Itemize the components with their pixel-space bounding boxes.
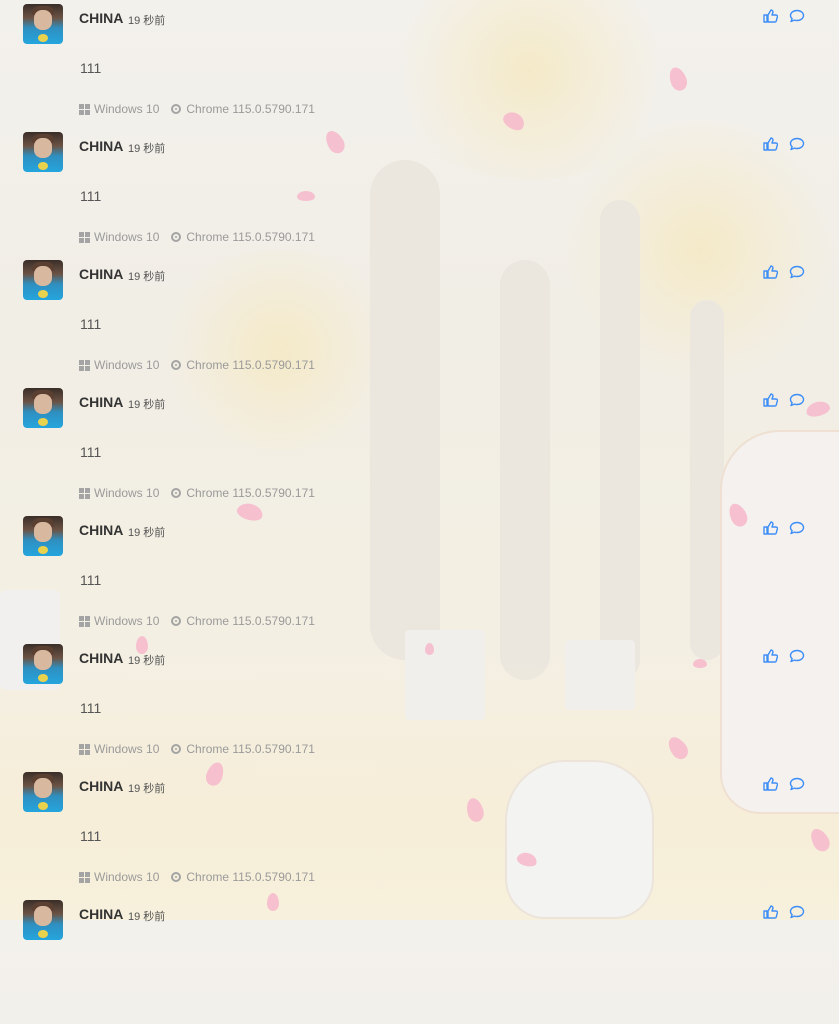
comment-item: CHINA 19 秒前 111 Windows 10 Chrome 115.0.… [0, 0, 839, 128]
comment-text: 111 [80, 700, 102, 716]
comment-text: 111 [80, 60, 102, 76]
comment-meta: Windows 10 Chrome 115.0.5790.171 [79, 102, 315, 116]
comment-item: CHINA 19 秒前 111 Windows 10 Chrome 115.0.… [0, 512, 839, 640]
comment-item: CHINA 19 秒前 [0, 896, 839, 1024]
comment-time: 19 秒前 [128, 527, 166, 539]
comment-bubble-icon[interactable] [789, 264, 805, 280]
comment-bubble-icon[interactable] [789, 904, 805, 920]
thumbs-up-icon[interactable] [762, 8, 779, 24]
comment-time: 19 秒前 [128, 911, 166, 923]
thumbs-up-icon[interactable] [762, 776, 779, 792]
windows-icon [79, 871, 90, 883]
comment-text: 111 [80, 444, 102, 460]
chrome-icon [171, 488, 182, 498]
comment-author[interactable]: CHINA [79, 138, 123, 154]
avatar[interactable] [23, 516, 63, 556]
comment-text: 111 [80, 572, 102, 588]
os-label: Windows 10 [94, 102, 160, 116]
thumbs-up-icon[interactable] [762, 904, 779, 920]
comment-meta: Windows 10 Chrome 115.0.5790.171 [79, 230, 315, 244]
browser-label: Chrome 115.0.5790.171 [186, 486, 315, 500]
comment-text: 111 [80, 828, 102, 844]
browser-label: Chrome 115.0.5790.171 [186, 742, 315, 756]
windows-icon [79, 359, 90, 371]
avatar[interactable] [23, 260, 63, 300]
thumbs-up-icon[interactable] [762, 648, 779, 664]
comment-author[interactable]: CHINA [79, 394, 123, 410]
avatar[interactable] [23, 4, 63, 44]
os-label: Windows 10 [94, 614, 160, 628]
chrome-icon [171, 616, 182, 626]
comment-meta: Windows 10 Chrome 115.0.5790.171 [79, 358, 315, 372]
comment-text: 111 [80, 188, 102, 204]
windows-icon [79, 103, 90, 115]
windows-icon [79, 487, 90, 499]
chrome-icon [171, 744, 182, 754]
comment-item: CHINA 19 秒前 111 Windows 10 Chrome 115.0.… [0, 384, 839, 512]
thumbs-up-icon[interactable] [762, 136, 779, 152]
avatar[interactable] [23, 644, 63, 684]
comment-bubble-icon[interactable] [789, 520, 805, 536]
thumbs-up-icon[interactable] [762, 392, 779, 408]
comment-author[interactable]: CHINA [79, 522, 123, 538]
os-label: Windows 10 [94, 870, 160, 884]
windows-icon [79, 231, 90, 243]
comment-item: CHINA 19 秒前 111 Windows 10 Chrome 115.0.… [0, 128, 839, 256]
comment-bubble-icon[interactable] [789, 8, 805, 24]
browser-label: Chrome 115.0.5790.171 [186, 870, 315, 884]
avatar[interactable] [23, 900, 63, 940]
comment-time: 19 秒前 [128, 143, 166, 155]
chrome-icon [171, 104, 182, 114]
comment-item: CHINA 19 秒前 111 Windows 10 Chrome 115.0.… [0, 256, 839, 384]
avatar[interactable] [23, 388, 63, 428]
os-label: Windows 10 [94, 358, 160, 372]
comment-author[interactable]: CHINA [79, 266, 123, 282]
comment-time: 19 秒前 [128, 399, 166, 411]
comment-bubble-icon[interactable] [789, 392, 805, 408]
browser-label: Chrome 115.0.5790.171 [186, 614, 315, 628]
comment-author[interactable]: CHINA [79, 650, 123, 666]
os-label: Windows 10 [94, 230, 160, 244]
chrome-icon [171, 232, 182, 242]
comment-author[interactable]: CHINA [79, 10, 123, 26]
comment-time: 19 秒前 [128, 271, 166, 283]
avatar[interactable] [23, 772, 63, 812]
comment-item: CHINA 19 秒前 111 Windows 10 Chrome 115.0.… [0, 640, 839, 768]
chrome-icon [171, 360, 182, 370]
browser-label: Chrome 115.0.5790.171 [186, 230, 315, 244]
comment-meta: Windows 10 Chrome 115.0.5790.171 [79, 614, 315, 628]
comment-meta: Windows 10 Chrome 115.0.5790.171 [79, 742, 315, 756]
os-label: Windows 10 [94, 742, 160, 756]
thumbs-up-icon[interactable] [762, 264, 779, 280]
comment-meta: Windows 10 Chrome 115.0.5790.171 [79, 870, 315, 884]
windows-icon [79, 615, 90, 627]
chrome-icon [171, 872, 182, 882]
browser-label: Chrome 115.0.5790.171 [186, 358, 315, 372]
comment-bubble-icon[interactable] [789, 648, 805, 664]
comment-bubble-icon[interactable] [789, 136, 805, 152]
comment-text: 111 [80, 316, 102, 332]
avatar[interactable] [23, 132, 63, 172]
browser-label: Chrome 115.0.5790.171 [186, 102, 315, 116]
thumbs-up-icon[interactable] [762, 520, 779, 536]
comment-time: 19 秒前 [128, 655, 166, 667]
comment-time: 19 秒前 [128, 15, 166, 27]
comment-bubble-icon[interactable] [789, 776, 805, 792]
comment-author[interactable]: CHINA [79, 778, 123, 794]
comment-meta: Windows 10 Chrome 115.0.5790.171 [79, 486, 315, 500]
windows-icon [79, 743, 90, 755]
comment-time: 19 秒前 [128, 783, 166, 795]
os-label: Windows 10 [94, 486, 160, 500]
comment-item: CHINA 19 秒前 111 Windows 10 Chrome 115.0.… [0, 768, 839, 896]
